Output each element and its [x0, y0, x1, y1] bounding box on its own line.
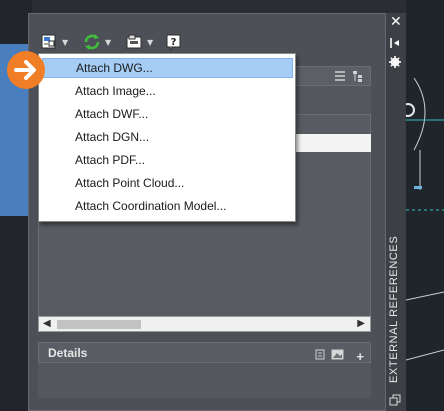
scrollbar-thumb[interactable] [57, 320, 141, 329]
attach-dropdown-button[interactable]: ▼ [40, 32, 68, 52]
menu-item-attach-dwg[interactable]: Attach DWG... [42, 58, 293, 78]
table-row[interactable] [292, 134, 371, 152]
properties-gear-icon[interactable] [389, 55, 401, 73]
menu-item-attach-point-cloud[interactable]: Attach Point Cloud... [42, 173, 293, 193]
chevron-down-icon: ▼ [105, 37, 112, 47]
change-path-icon [125, 33, 143, 51]
tree-view-icon[interactable] [352, 69, 364, 87]
list-view-icon[interactable] [334, 69, 346, 87]
attach-reference-icon [40, 33, 58, 51]
scroll-left-icon[interactable]: ◀ [43, 317, 51, 331]
chevron-down-icon: ▼ [62, 37, 69, 47]
refresh-icon [83, 33, 101, 51]
menu-item-attach-pdf[interactable]: Attach PDF... [42, 150, 293, 170]
callout-arrow-icon [7, 51, 45, 89]
menu-item-attach-dwf[interactable]: Attach DWF... [42, 104, 293, 124]
chevron-down-icon: ▼ [147, 37, 154, 47]
auto-hide-icon[interactable] [389, 36, 401, 54]
drawing-canvas[interactable] [401, 0, 444, 411]
scroll-right-icon[interactable]: ▶ [357, 317, 365, 331]
menu-item-attach-image[interactable]: Attach Image... [42, 81, 293, 101]
menu-item-attach-coordination-model[interactable]: Attach Coordination Model... [42, 196, 293, 216]
details-bar[interactable]: Details + [38, 342, 371, 363]
help-button[interactable]: ? [166, 32, 182, 52]
close-icon[interactable]: ✕ [390, 14, 402, 30]
drawing-lines [401, 77, 444, 361]
palette-corner-icon[interactable] [388, 393, 402, 411]
change-path-dropdown-button[interactable]: ▼ [125, 32, 153, 52]
details-title: Details [48, 346, 88, 360]
details-panel [38, 363, 371, 398]
expand-icon[interactable]: + [356, 350, 364, 363]
horizontal-scrollbar[interactable]: ◀ ▶ [38, 316, 371, 332]
menu-item-attach-dgn[interactable]: Attach DGN... [42, 127, 293, 147]
attach-menu: Attach DWG... Attach Image... Attach DWF… [38, 53, 296, 222]
palette-title: EXTERNAL REFERENCES [388, 235, 400, 383]
refresh-dropdown-button[interactable]: ▼ [83, 32, 111, 52]
help-icon: ? [166, 34, 182, 50]
svg-text:?: ? [171, 37, 177, 48]
